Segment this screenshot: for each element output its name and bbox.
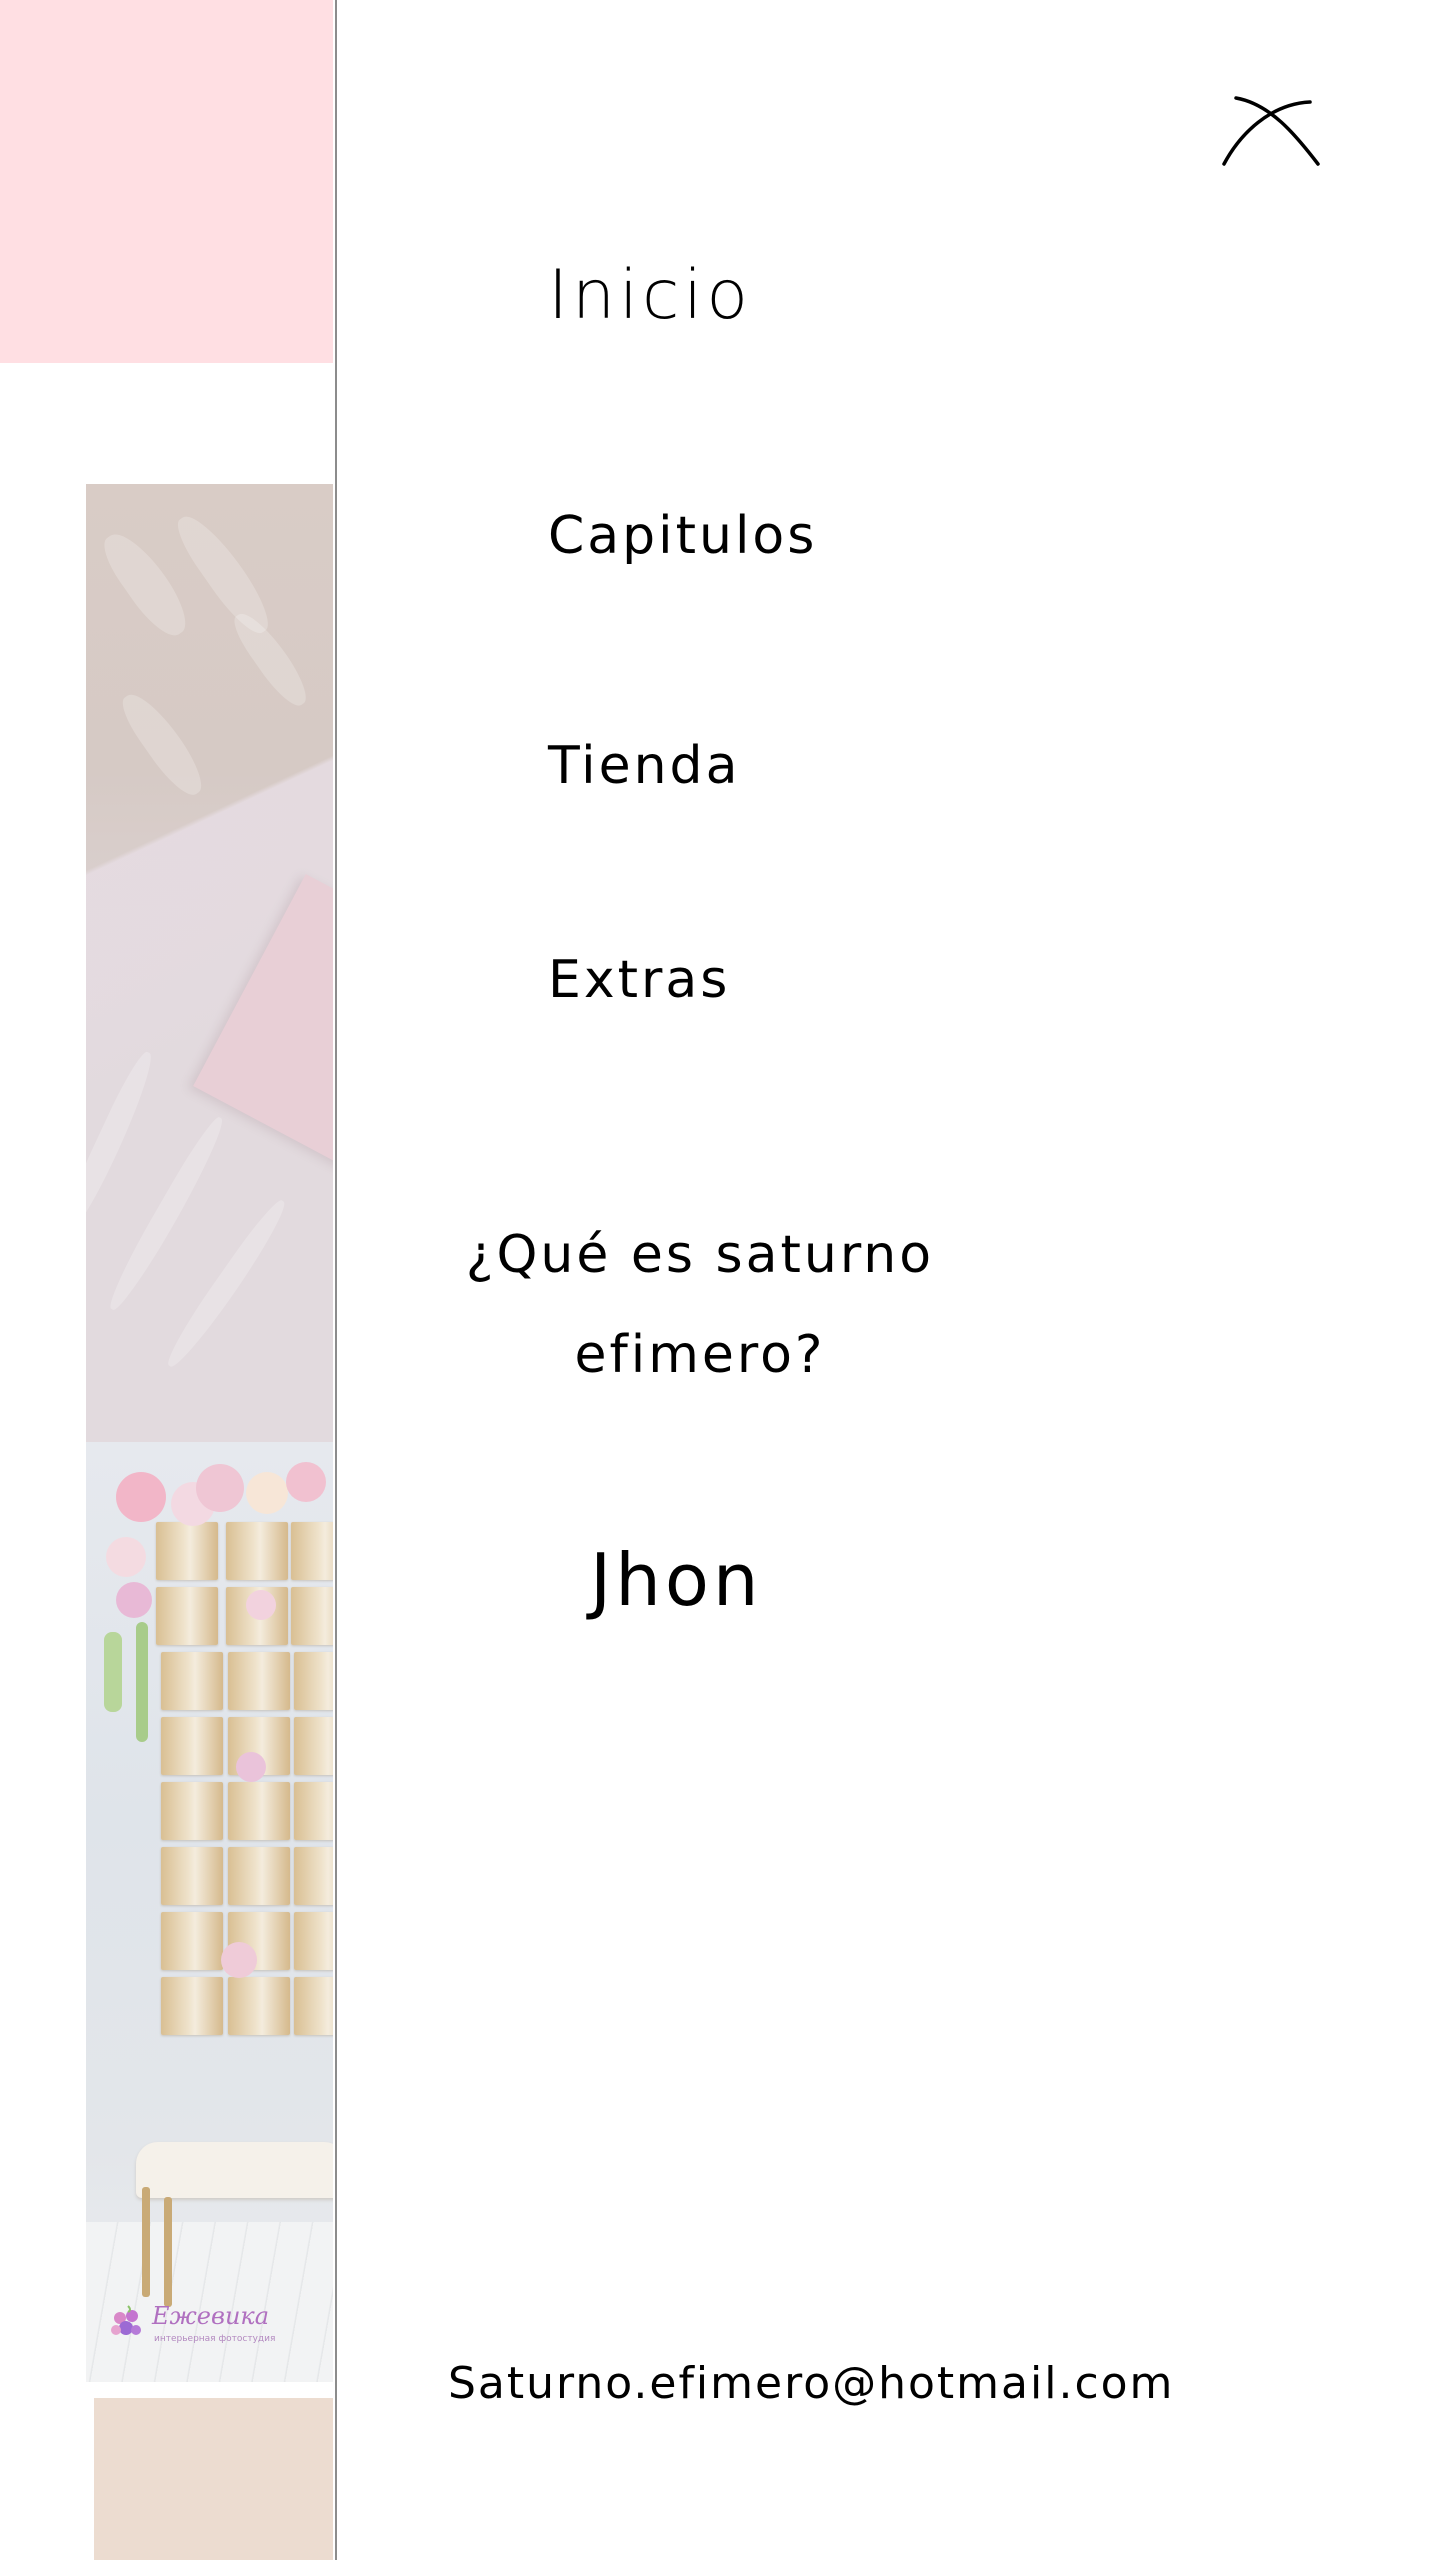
nav-link-tienda[interactable]: Tienda	[548, 736, 740, 796]
nav-link-extras[interactable]: Extras	[548, 950, 730, 1010]
background-page: Ежевика интерьерная фотостудия	[0, 0, 333, 2560]
nav-link-inicio[interactable]: Inicio	[548, 256, 752, 335]
close-icon	[1222, 96, 1320, 166]
contact-email-link[interactable]: Saturno.efimero@hotmail.com	[448, 2358, 1174, 2409]
pink-banner-block	[0, 0, 333, 363]
beige-footer-block	[94, 2398, 333, 2560]
book-wall-photo: Ежевика интерьерная фотостудия	[86, 1442, 333, 2382]
berry-logo-icon	[111, 2305, 141, 2335]
close-menu-button[interactable]	[1200, 84, 1340, 184]
nav-link-capitulos[interactable]: Capitulos	[548, 506, 817, 566]
nav-link-que-es-saturno-efimero[interactable]: ¿Qué es saturno efimero?	[440, 1205, 960, 1405]
nav-link-jhon[interactable]: Jhon	[590, 1538, 763, 1622]
watermark-tagline: интерьерная фотостудия	[154, 2334, 276, 2344]
tufted-bench	[136, 2142, 333, 2198]
watermark-brand: Ежевика	[152, 2302, 270, 2330]
leaf-shadow-photo	[86, 484, 333, 1442]
